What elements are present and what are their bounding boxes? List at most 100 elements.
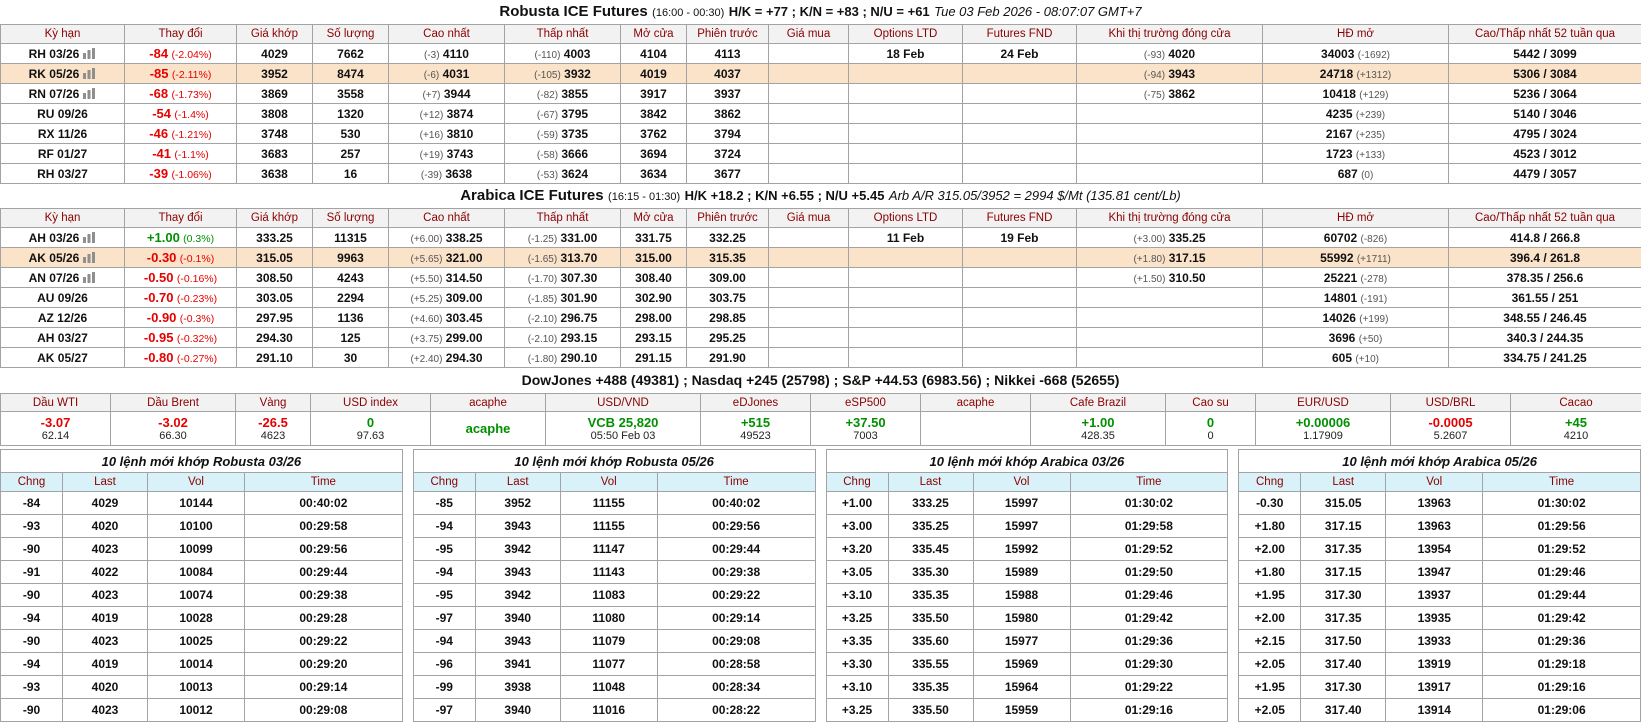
order-last: 333.25 [888,492,973,515]
contract-label: RX 11/26 [38,127,87,141]
order-row: +3.20 335.45 15992 01:29:52 [826,538,1228,561]
close-cell: (-75) 3862 [1077,84,1263,104]
order-last: 3941 [475,653,560,676]
contract-cell[interactable]: AH 03/26 [1,228,125,248]
order-time: 00:29:28 [245,607,403,630]
contract-cell[interactable]: RK 05/26 [1,64,125,84]
chart-icon[interactable] [83,88,96,99]
column-header: Phiên trước [687,25,769,44]
index-value: 428.35 [1031,430,1165,443]
column-header: Mở cửa [621,209,687,228]
change-cell: -54 (-1.4%) [125,104,237,124]
column-header: Chng [1239,473,1301,492]
futures-row[interactable]: AN 07/26 -0.50 (-0.16%) 308.50 4243 (+5.… [1,268,1641,288]
order-chng: +1.80 [1239,515,1301,538]
order-time: 00:28:22 [657,699,815,722]
chart-icon[interactable] [83,252,96,263]
week52-cell: 396.4 / 261.8 [1449,248,1641,268]
index-value: 0 [1166,430,1255,443]
open-interest-cell: 3696 (+50) [1263,328,1449,348]
column-header: Giá mua [769,209,849,228]
contract-cell[interactable]: AZ 12/26 [1,308,125,328]
close-cell: (+1.80) 317.15 [1077,248,1263,268]
contract-cell[interactable]: RU 09/26 [1,104,125,124]
order-header-row: ChngLastVolTime [1,473,403,492]
contract-cell[interactable]: AN 07/26 [1,268,125,288]
contract-cell[interactable]: RN 07/26 [1,84,125,104]
futures-row[interactable]: AU 09/26 -0.70 (-0.23%) 303.05 2294 (+5.… [1,288,1641,308]
chart-icon[interactable] [83,48,96,59]
futures-row[interactable]: RK 05/26 -85 (-2.11%) 3952 8474 (-6) 403… [1,64,1641,84]
arabica-hours: (16:15 - 01:30) [608,191,680,203]
week52-cell: 414.8 / 266.8 [1449,228,1641,248]
chart-icon[interactable] [83,272,96,283]
futures-row[interactable]: AK 05/26 -0.30 (-0.1%) 315.05 9963 (+5.6… [1,248,1641,268]
open-cell: 291.15 [621,348,687,368]
index-change: +45 [1511,415,1641,430]
contract-cell[interactable]: AU 09/26 [1,288,125,308]
futures-row[interactable]: AK 05/27 -0.80 (-0.27%) 291.10 30 (+2.40… [1,348,1641,368]
index-cell: -3.02 66.30 [111,412,236,446]
order-time: 01:29:56 [1483,515,1641,538]
order-row: +1.80 317.15 13963 01:29:56 [1239,515,1641,538]
futures-row[interactable]: AZ 12/26 -0.90 (-0.3%) 297.95 1136 (+4.6… [1,308,1641,328]
order-last: 335.60 [888,630,973,653]
volume-cell: 7662 [313,44,389,64]
futures-row[interactable]: RX 11/26 -46 (-1.21%) 3748 530 (+16) 381… [1,124,1641,144]
futures-row[interactable]: AH 03/26 +1.00 (0.3%) 333.25 11315 (+6.0… [1,228,1641,248]
week52-cell: 361.55 / 251 [1449,288,1641,308]
futures-row[interactable]: RH 03/27 -39 (-1.06%) 3638 16 (-39) 3638… [1,164,1641,184]
order-last: 317.30 [1301,584,1386,607]
order-row: -90 4023 10099 00:29:56 [1,538,403,561]
order-row: -97 3940 11080 00:29:14 [413,607,815,630]
low-cell: (-1.65) 313.70 [505,248,621,268]
open-interest-cell: 10418 (+129) [1263,84,1449,104]
close-cell [1077,348,1263,368]
contract-cell[interactable]: RX 11/26 [1,124,125,144]
futures-row[interactable]: RH 03/26 -84 (-2.04%) 4029 7662 (-3) 411… [1,44,1641,64]
contract-cell[interactable]: AH 03/27 [1,328,125,348]
column-header: Last [475,473,560,492]
volume-cell: 2294 [313,288,389,308]
order-time: 00:29:38 [657,561,815,584]
order-row: -99 3938 11048 00:28:34 [413,676,815,699]
order-time: 00:29:14 [245,676,403,699]
options-ltd-cell [849,64,963,84]
order-table-arabica-0326: 10 lệnh mới khớp Arabica 03/26 ChngLastV… [826,449,1229,722]
close-cell [1077,124,1263,144]
futures-row[interactable]: AH 03/27 -0.95 (-0.32%) 294.30 125 (+3.7… [1,328,1641,348]
order-last: 317.15 [1301,561,1386,584]
contract-label: AZ 12/26 [38,311,87,325]
contract-cell[interactable]: RH 03/27 [1,164,125,184]
column-header: Last [1301,473,1386,492]
week52-cell: 4795 / 3024 [1449,124,1641,144]
futures-fnd-cell [963,288,1077,308]
column-header: Chng [826,473,888,492]
low-cell: (-1.25) 331.00 [505,228,621,248]
change-cell: -0.70 (-0.23%) [125,288,237,308]
order-last: 3940 [475,607,560,630]
contract-cell[interactable]: RF 01/27 [1,144,125,164]
futures-row[interactable]: RF 01/27 -41 (-1.1%) 3683 257 (+19) 3743… [1,144,1641,164]
arabica-spreads: H/K +18.2 ; K/N +6.55 ; N/U +5.45 [685,188,885,203]
options-ltd-cell: 18 Feb [849,44,963,64]
change-cell: -0.50 (-0.16%) [125,268,237,288]
index-cell: +1.00 428.35 [1031,412,1166,446]
change-cell: -0.80 (-0.27%) [125,348,237,368]
order-row: -90 4023 10025 00:29:22 [1,630,403,653]
futures-row[interactable]: RU 09/26 -54 (-1.4%) 3808 1320 (+12) 387… [1,104,1641,124]
week52-cell: 5306 / 3084 [1449,64,1641,84]
order-last: 4019 [63,607,148,630]
chart-icon[interactable] [83,68,96,79]
contract-cell[interactable]: RH 03/26 [1,44,125,64]
contract-cell[interactable]: AK 05/26 [1,248,125,268]
index-value: 5.2607 [1391,430,1510,443]
change-cell: -85 (-2.11%) [125,64,237,84]
index-cell: acaphe [431,412,546,446]
futures-row[interactable]: RN 07/26 -68 (-1.73%) 3869 3558 (+7) 394… [1,84,1641,104]
change-cell: -46 (-1.21%) [125,124,237,144]
contract-cell[interactable]: AK 05/27 [1,348,125,368]
order-header-row: ChngLastVolTime [826,473,1228,492]
high-cell: (+3.75) 299.00 [389,328,505,348]
chart-icon[interactable] [83,232,96,243]
